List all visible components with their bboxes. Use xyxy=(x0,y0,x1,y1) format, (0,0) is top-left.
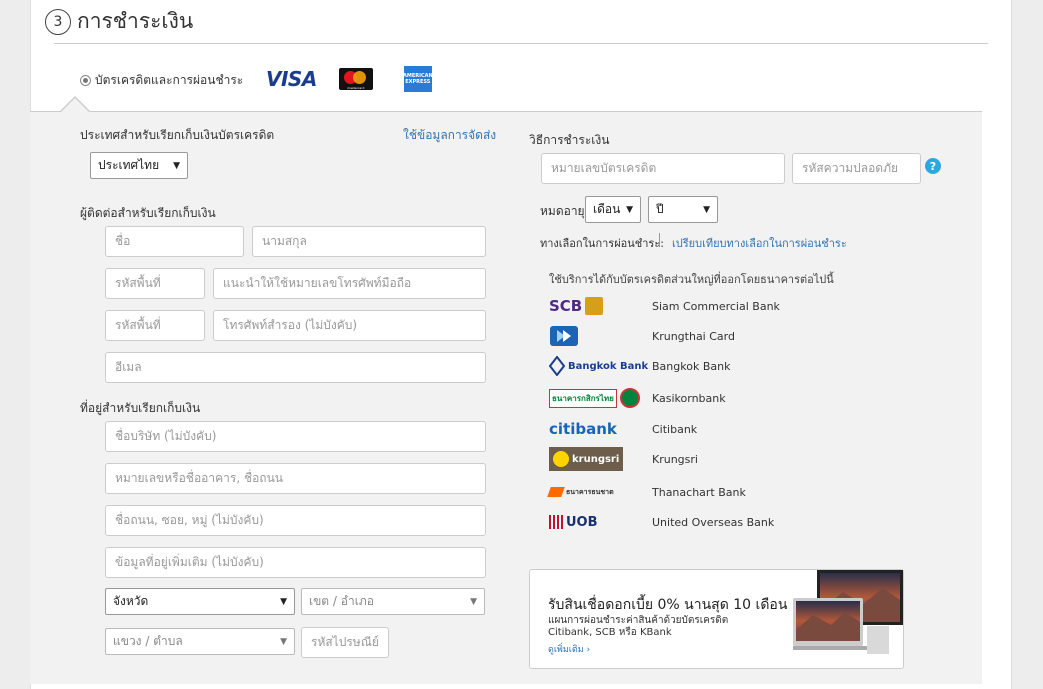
billing-country-heading: ประเทศสำหรับเรียกเก็บเงินบัตรเครดิต xyxy=(80,128,275,142)
laptop-image-icon xyxy=(793,570,903,654)
kasikorn-logo-icon: ธนาคารกสิกรไทย xyxy=(549,386,652,410)
compare-installment-link[interactable]: เปรียบเทียบทางเลือกในการผ่อนชำระ xyxy=(672,234,847,252)
scb-logo-icon: SCB xyxy=(549,294,652,318)
separator xyxy=(659,233,660,247)
expiry-year-select[interactable]: ปี ▼ xyxy=(648,196,718,223)
krungsri-logo-icon: krungsri xyxy=(549,447,652,471)
chevron-down-icon: ▼ xyxy=(470,596,477,607)
address-line3-input[interactable]: ข้อมูลที่อยู่เพิ่มเติม (ไม่บังคับ) xyxy=(105,547,486,578)
chevron-down-icon: ▼ xyxy=(703,204,710,215)
bank-name: Krungthai Card xyxy=(652,329,735,343)
bank-row-thanachart: ธนาคารธนชาต Thanachart Bank xyxy=(547,480,809,504)
citibank-logo-icon: citibank xyxy=(549,420,617,438)
bank-row-bbl: Bangkok Bank Bangkok Bank xyxy=(549,354,809,378)
uob-logo-icon: UOB xyxy=(549,510,652,534)
amex-logo-icon: AMERICAN EXPRESS xyxy=(403,66,433,92)
area-code-input[interactable]: รหัสพื้นที่ xyxy=(105,268,205,299)
expiry-label: หมดอายุ xyxy=(540,204,585,218)
step-header: 3 การชำระเงิน xyxy=(45,5,193,38)
email-input[interactable]: อีเมล xyxy=(105,352,486,383)
thanachart-logo-icon: ธนาคารธนชาต xyxy=(547,480,652,504)
area-code-2-input[interactable]: รหัสพื้นที่ xyxy=(105,310,205,341)
billing-address-heading: ที่อยู่สำหรับเรียกเก็บเงิน xyxy=(80,401,201,415)
bank-name: Citibank xyxy=(652,422,698,436)
mastercard-logo-icon: mastercard xyxy=(338,68,373,90)
chevron-down-icon: ▼ xyxy=(626,204,633,215)
country-select[interactable]: ประเทศไทย ▼ xyxy=(90,152,188,179)
card-number-input[interactable]: หมายเลขบัตรเครดิต xyxy=(541,153,785,184)
bank-row-kbank: ธนาคารกสิกรไทย Kasikornbank xyxy=(549,386,809,410)
chevron-down-icon: ▼ xyxy=(280,636,287,647)
address-line1-input[interactable]: หมายเลขหรือชื่ออาคาร, ชื่อถนน xyxy=(105,463,486,494)
installment-label: ทางเลือกในการผ่อนชำระ: xyxy=(540,237,664,250)
bank-row-citi: citibank Citibank xyxy=(549,417,809,441)
billing-contact-heading: ผู้ติดต่อสำหรับเรียกเก็บเงิน xyxy=(80,206,216,220)
step-number: 3 xyxy=(45,8,71,35)
expiry-month-select[interactable]: เดือน ▼ xyxy=(585,196,641,223)
chevron-down-icon: ▼ xyxy=(173,160,180,171)
address-line2-input[interactable]: ชื่อถนน, ซอย, หมู่ (ไม่บังคับ) xyxy=(105,505,486,536)
chevron-down-icon: ▼ xyxy=(280,596,287,607)
subdistrict-select[interactable]: แขวง / ตำบล ▼ xyxy=(105,628,295,655)
step-title: การชำระเงิน xyxy=(77,9,194,33)
payment-method-heading: วิธีการชำระเงิน xyxy=(529,133,610,147)
visa-logo-icon: VISA xyxy=(266,67,317,91)
promo-headline: รับสินเชื่อดอกเบี้ย 0% นานสุด 10 เดือน xyxy=(548,597,788,613)
bank-name: United Overseas Bank xyxy=(652,515,775,529)
use-shipping-link[interactable]: ใช้ข้อมูลการจัดส่ง xyxy=(403,126,496,145)
promo-subtext: แผนการผ่อนชำระค่าสินค้าด้วยบัตรเครดิต Ci… xyxy=(548,615,729,638)
district-select[interactable]: เขต / อำเภอ ▼ xyxy=(301,588,485,615)
alt-phone-input[interactable]: โทรศัพท์สำรอง (ไม่บังคับ) xyxy=(213,310,486,341)
banks-intro: ใช้บริการได้กับบัตรเครดิตส่วนใหญ่ที่ออกโ… xyxy=(549,273,834,286)
bank-name: Krungsri xyxy=(652,452,698,466)
postcode-input[interactable]: รหัสไปรษณีย์ xyxy=(301,627,389,658)
bank-name: Kasikornbank xyxy=(652,391,726,405)
payment-option-credit[interactable]: บัตรเครดิตและการผ่อนชำระ xyxy=(80,71,243,90)
krungthai-logo-icon xyxy=(549,324,652,348)
province-select[interactable]: จังหวัด ▼ xyxy=(105,588,295,615)
help-icon[interactable]: ? xyxy=(925,158,941,174)
bank-row-scb: SCB Siam Commercial Bank xyxy=(549,294,809,318)
first-name-input[interactable]: ชื่อ xyxy=(105,226,244,257)
security-code-input[interactable]: รหัสความปลอดภัย xyxy=(792,153,921,184)
bank-name: Thanachart Bank xyxy=(652,485,746,499)
bank-name: Bangkok Bank xyxy=(652,359,731,373)
last-name-input[interactable]: นามสกุล xyxy=(252,226,486,257)
bank-row-ktc: Krungthai Card xyxy=(549,324,809,348)
mobile-phone-input[interactable]: แนะนำให้ใช้หมายเลขโทรศัพท์มือถือ xyxy=(213,268,486,299)
promo-banner[interactable]: รับสินเชื่อดอกเบี้ย 0% นานสุด 10 เดือน แ… xyxy=(529,569,904,669)
bangkok-bank-logo-icon: Bangkok Bank xyxy=(549,354,652,378)
payment-option-label: บัตรเครดิตและการผ่อนชำระ xyxy=(95,73,244,87)
bank-row-krungsri: krungsri Krungsri xyxy=(549,447,809,471)
bank-row-uob: UOB United Overseas Bank xyxy=(549,510,809,534)
promo-more-link[interactable]: ดูเพิ่มเติม › xyxy=(548,642,590,656)
divider xyxy=(54,43,988,44)
bank-name: Siam Commercial Bank xyxy=(652,299,780,313)
radio-selected-icon[interactable] xyxy=(80,75,91,86)
company-input[interactable]: ชื่อบริษัท (ไม่บังคับ) xyxy=(105,421,486,452)
card-logos: VISA mastercard AMERICAN EXPRESS xyxy=(266,66,433,92)
